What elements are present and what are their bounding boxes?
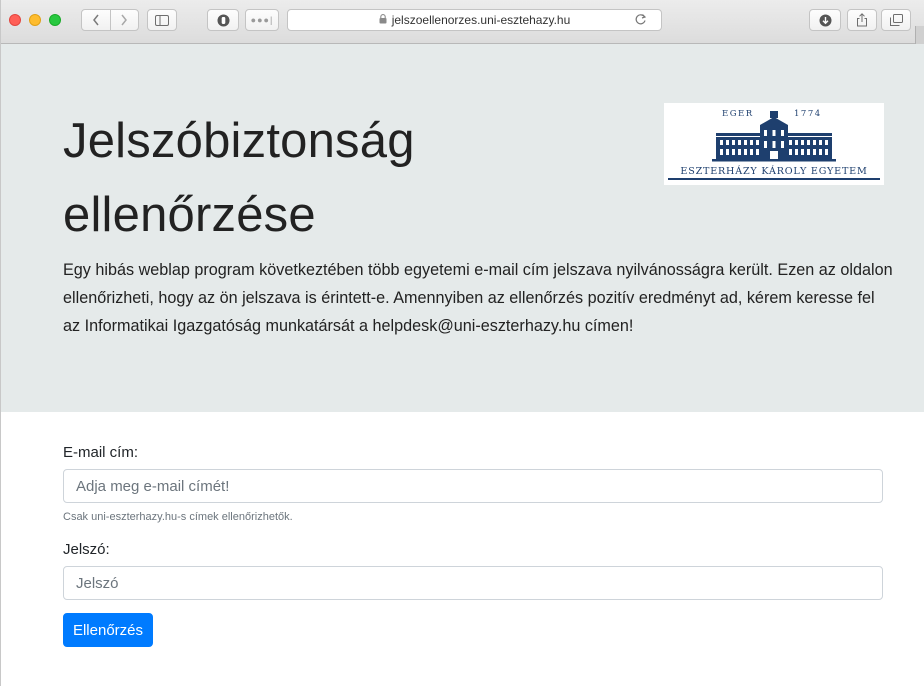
browser-window: ●●●| jelszoellenorzes.uni-esztehazy.hu J… <box>0 0 924 686</box>
logo-university-name: ESZTERHÁZY KÁROLY EGYETEM <box>680 165 867 177</box>
tabs-icon <box>889 14 903 26</box>
logo-left-text: EGER <box>722 109 754 119</box>
download-icon <box>819 14 831 26</box>
minimize-window-button[interactable] <box>29 14 41 26</box>
close-window-button[interactable] <box>9 14 21 26</box>
fullscreen-window-button[interactable] <box>49 14 61 26</box>
page-title: Jelszóbiztonság ellenőrzése <box>63 104 623 252</box>
reload-icon <box>635 14 647 25</box>
chevron-left-icon <box>92 14 99 26</box>
reader-button[interactable] <box>207 9 239 31</box>
intro-text: Egy hibás weblap program következtében t… <box>63 261 893 335</box>
forward-button[interactable] <box>109 10 139 30</box>
address-bar[interactable]: jelszoellenorzes.uni-esztehazy.hu <box>287 9 662 31</box>
hero-section: Jelszóbiztonság ellenőrzése EGER 1774 ES… <box>1 44 924 412</box>
email-help-text: Csak uni-eszterhazy.hu-s címek ellenőriz… <box>63 511 293 523</box>
navigation-buttons <box>81 9 139 31</box>
more-dots-icon: ●●●| <box>250 15 274 25</box>
browser-toolbar: ●●●| jelszoellenorzes.uni-esztehazy.hu <box>1 0 924 44</box>
page-title-line1: Jelszóbiztonság <box>63 114 415 168</box>
sidebar-icon <box>155 14 169 26</box>
check-button[interactable]: Ellenőrzés <box>63 613 153 647</box>
reload-button[interactable] <box>634 13 647 29</box>
email-label: E-mail cím: <box>63 444 138 461</box>
page-title-line2: ellenőrzése <box>63 188 316 242</box>
logo-right-text: 1774 <box>794 109 822 119</box>
password-input[interactable]: Jelszó <box>63 566 883 600</box>
chevron-right-icon <box>121 14 128 26</box>
new-tab-edge[interactable] <box>915 26 924 44</box>
email-input[interactable]: Adja meg e-mail címét! <box>63 469 883 503</box>
share-icon <box>857 13 867 27</box>
back-button[interactable] <box>82 10 110 30</box>
reader-icon <box>217 14 229 26</box>
page-content: Jelszóbiztonság ellenőrzése EGER 1774 ES… <box>1 44 924 686</box>
downloads-button[interactable] <box>809 9 841 31</box>
sidebar-button[interactable] <box>147 9 177 31</box>
address-url: jelszoellenorzes.uni-esztehazy.hu <box>391 13 571 27</box>
university-logo: EGER 1774 ESZTERHÁZY KÁROLY EGYETEM <box>664 103 884 185</box>
lock-icon <box>379 13 387 27</box>
tab-overview-button[interactable] <box>881 9 911 31</box>
password-label: Jelszó: <box>63 541 110 558</box>
share-button[interactable] <box>847 9 877 31</box>
extensions-button[interactable]: ●●●| <box>245 9 279 31</box>
